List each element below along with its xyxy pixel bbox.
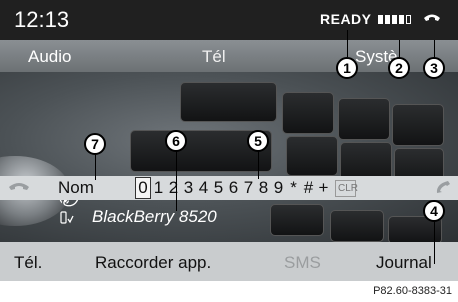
callout-7: 7 (84, 133, 106, 155)
softkey-connect-device[interactable]: Raccorder app. (95, 253, 211, 273)
char-2[interactable]: 2 (166, 178, 181, 198)
callout-4: 4 (423, 200, 445, 222)
char-6[interactable]: 6 (226, 178, 241, 198)
keypad-key (392, 104, 444, 146)
callout-1: 1 (336, 57, 358, 79)
char-star[interactable]: * (286, 178, 301, 198)
char-1[interactable]: 1 (151, 178, 166, 198)
character-input-bar: Nom 0 1 2 3 4 5 6 7 8 9 * # + CLR (0, 176, 458, 200)
char-hash[interactable]: # (301, 178, 316, 198)
callout-leader (176, 151, 177, 211)
phone-receiver-icon (423, 12, 441, 31)
bluetooth-device-icon (60, 211, 74, 230)
figure-caption: P82.60-8383-31 (373, 285, 452, 297)
char-3[interactable]: 3 (181, 178, 196, 198)
callout-5: 5 (247, 130, 269, 152)
signal-strength-icon (378, 15, 411, 24)
char-8[interactable]: 8 (256, 178, 271, 198)
char-0[interactable]: 0 (135, 177, 151, 199)
softkey-journal[interactable]: Journal (376, 253, 432, 273)
callout-6: 6 (165, 130, 187, 152)
callout-leader (95, 154, 96, 180)
callout-3: 3 (423, 57, 445, 79)
callout-leader (434, 40, 435, 58)
callout-2: 2 (388, 57, 410, 79)
char-5[interactable]: 5 (211, 178, 226, 198)
keypad-key (338, 98, 390, 140)
keypad-key (286, 136, 338, 176)
field-label-nom[interactable]: Nom (58, 178, 94, 198)
head-unit-screen: 12:13 READY Audio Tél Systè ✆ Nom (0, 0, 458, 281)
keypad-key (270, 204, 324, 236)
clear-button[interactable]: CLR (335, 179, 358, 197)
softkey-sms[interactable]: SMS (284, 253, 321, 273)
end-call-icon[interactable] (8, 178, 30, 201)
char-9[interactable]: 9 (271, 178, 286, 198)
char-7[interactable]: 7 (241, 178, 256, 198)
keypad-key (282, 92, 334, 134)
ready-indicator: READY (320, 11, 372, 27)
char-4[interactable]: 4 (196, 178, 211, 198)
callout-leader (347, 30, 348, 57)
softkey-tel[interactable]: Tél. (14, 253, 42, 273)
character-bar: 0 1 2 3 4 5 6 7 8 9 * # + CLR (135, 176, 358, 200)
callout-leader (258, 151, 259, 179)
keypad-key (180, 82, 277, 122)
menu-audio[interactable]: Audio (28, 47, 71, 67)
connected-device-name: BlackBerry 8520 (92, 207, 217, 226)
clock: 12:13 (14, 7, 70, 32)
menu-tel[interactable]: Tél (202, 47, 226, 67)
keypad-key (330, 210, 384, 242)
callout-leader (399, 40, 400, 58)
softkey-bar: Tél. Raccorder app. SMS Journal (0, 242, 458, 281)
call-icon[interactable] (434, 178, 452, 201)
status-bar: 12:13 READY (0, 0, 458, 40)
char-plus[interactable]: + (316, 178, 331, 198)
callout-leader (434, 222, 435, 264)
